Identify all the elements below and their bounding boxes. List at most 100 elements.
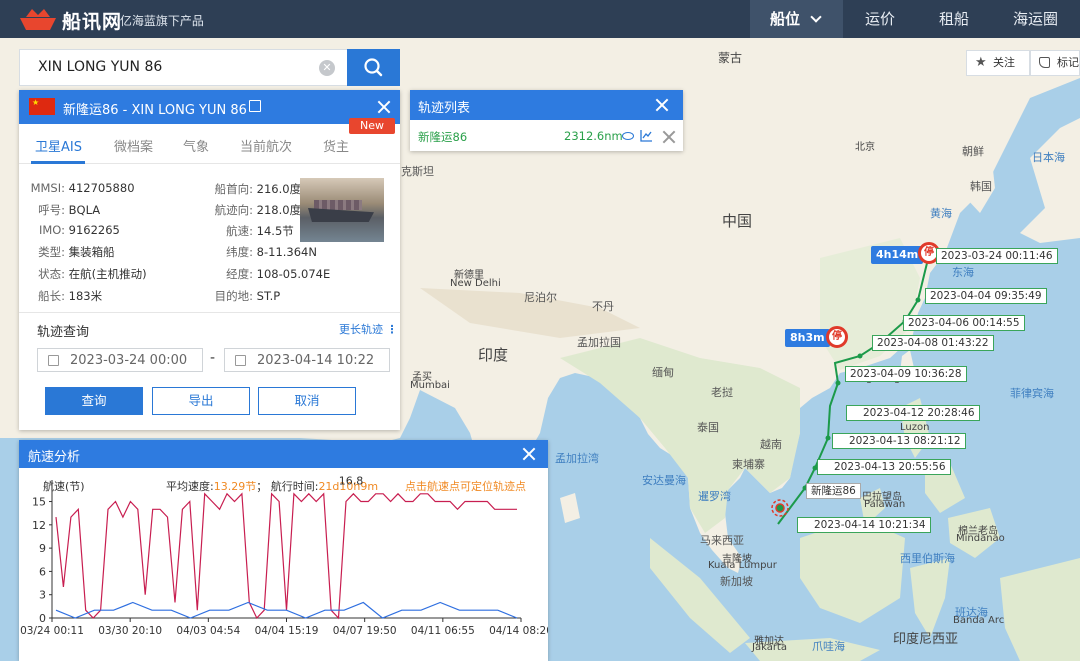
track-point-label[interactable]: 2023-04-14 10:21:34	[797, 517, 931, 533]
map-label: 马来西亚	[700, 534, 744, 547]
export-button[interactable]: 导出	[152, 387, 250, 415]
mark-button[interactable]: 标记	[1030, 50, 1080, 76]
close-icon[interactable]	[377, 100, 391, 114]
map-label: 柬埔寨	[732, 458, 765, 471]
nav-ship-position[interactable]: 船位	[749, 0, 843, 38]
map-label: 孟加拉国	[577, 336, 621, 349]
y-tick-label: 15	[32, 496, 46, 509]
map-label: 朝鲜	[962, 145, 984, 158]
nav-freight[interactable]: 运价	[843, 0, 917, 38]
info-latitude: 纬度: 8-11.364N	[226, 245, 317, 259]
tag-icon	[1039, 57, 1050, 68]
y-tick-label: 3	[39, 589, 46, 602]
brand-subtitle: ·亿海蓝旗下产品	[116, 14, 204, 28]
map-label: 印度	[478, 346, 509, 364]
stop-duration-badge[interactable]: 4h14m	[871, 246, 924, 264]
tab-underline	[31, 161, 85, 164]
ship-panel-header: ★ 新隆运86 - XIN LONG YUN 86	[19, 90, 400, 124]
tab-weather[interactable]: 气象	[183, 136, 209, 155]
map-label: 暹罗湾	[698, 490, 731, 503]
clear-icon[interactable]: ✕	[319, 60, 335, 76]
map-label: 不丹	[592, 300, 614, 313]
info-mmsi: MMSI: 412705880	[30, 181, 135, 195]
tab-satellite-ais[interactable]: 卫星AIS	[35, 136, 82, 155]
map-label: 克斯坦	[401, 165, 434, 178]
chevron-down-icon	[810, 11, 822, 23]
speed-series-line	[55, 492, 517, 620]
date-separator: -	[210, 350, 216, 366]
track-point-label[interactable]: 2023-04-13 08:21:12	[832, 433, 966, 449]
x-tick-label: 03/24 00:11	[20, 625, 84, 637]
stop-pin-icon[interactable]: 停	[826, 326, 848, 348]
mark-label: 标记	[1057, 56, 1079, 69]
top-nav: 船位 运价 租船 海运圈	[749, 0, 1080, 38]
map-label: 孟加拉湾	[555, 452, 599, 465]
cancel-button[interactable]: 取消	[258, 387, 356, 415]
tab-cargo-owner[interactable]: 货主	[323, 136, 349, 155]
y-tick-label: 0	[39, 612, 46, 625]
map-label: 西里伯斯海	[900, 552, 955, 565]
track-point-label[interactable]: 2023-04-08 01:43:22	[872, 335, 994, 351]
track-point-label[interactable]: 2023-04-12 20:28:46	[846, 405, 980, 421]
track-point-label[interactable]: 2023-03-24 00:11:46	[936, 248, 1058, 264]
tab-micro-archive[interactable]: 微档案	[114, 136, 153, 155]
track-list-distance: 2312.6nm	[564, 129, 623, 143]
track-point-label[interactable]: 2023-04-09 10:36:28	[845, 366, 967, 382]
new-badge: New	[349, 118, 395, 134]
track-list-panel: 轨迹列表 新隆运86 2312.6nm	[410, 90, 683, 151]
ship-photo[interactable]	[300, 178, 384, 242]
start-date-input[interactable]: 2023-03-24 00:00	[37, 348, 203, 372]
search-button[interactable]	[347, 49, 400, 86]
remove-track-icon[interactable]	[662, 130, 676, 144]
eye-icon[interactable]	[622, 132, 634, 140]
tab-current-voyage[interactable]: 当前航次	[240, 136, 292, 155]
map-label: 爪哇海	[812, 640, 845, 653]
calendar-icon	[48, 355, 59, 366]
track-list-header: 轨迹列表	[410, 90, 683, 120]
info-heading: 船首向: 216.0度	[214, 182, 302, 196]
end-date-input[interactable]: 2023-04-14 10:22	[224, 348, 390, 372]
track-point-label[interactable]: 2023-04-04 09:35:49	[925, 288, 1047, 304]
ship-map-label[interactable]: 新隆运86	[806, 483, 861, 499]
search-input[interactable]	[38, 59, 318, 75]
chart-icon[interactable]	[640, 129, 653, 142]
ship-info-panel: ★ 新隆运86 - XIN LONG YUN 86 卫星AIS 微档案 气象 当…	[19, 90, 400, 430]
x-tick-label: 04/11 06:55	[411, 625, 475, 637]
nav-charter[interactable]: 租船	[917, 0, 991, 38]
close-icon[interactable]	[522, 447, 536, 461]
track-query-title: 轨迹查询	[37, 325, 90, 340]
map-label: 日本海	[1032, 151, 1065, 164]
nav-shipping-circle[interactable]: 海运圈	[991, 0, 1080, 38]
brand-name[interactable]: 船讯网	[62, 7, 122, 34]
follow-button[interactable]: ★ 关注	[966, 50, 1030, 76]
info-destination: 目的地: ST.P	[214, 289, 281, 303]
map-label: Banda Arc	[953, 615, 1005, 626]
map-label: 尼泊尔	[524, 291, 557, 304]
speed-analysis-panel: 航速分析 航速(节) 平均速度:13.29节； 航行时间:21d10h9m 点击…	[19, 440, 548, 661]
info-type: 类型: 集装箱船	[38, 245, 115, 259]
query-button[interactable]: 查询	[45, 387, 143, 415]
track-list-row-name[interactable]: 新隆运86	[418, 129, 467, 145]
map-label: 韩国	[970, 180, 992, 193]
x-tick-label: 04/04 15:19	[255, 625, 319, 637]
map-label: 越南	[760, 438, 782, 451]
calendar-icon	[235, 355, 246, 366]
y-tick-label: 9	[39, 542, 46, 555]
map-label: 黄海	[930, 207, 952, 220]
edit-icon[interactable]	[249, 100, 261, 112]
more-tracks-link[interactable]: 更长轨迹 ⋮	[339, 321, 398, 337]
track-point-label[interactable]: 2023-04-06 00:14:55	[903, 315, 1025, 331]
ship-title: 新隆运86 - XIN LONG YUN 86	[63, 103, 247, 118]
stop-duration-badge[interactable]: 8h3m	[785, 329, 830, 347]
close-icon[interactable]	[655, 98, 669, 112]
track-point-label[interactable]: 2023-04-13 20:55:56	[817, 459, 951, 475]
speed-chart[interactable]: 0 3 6 9 12 15 03/24 00:11 03/30 20:10 04/03 04:5…	[19, 468, 548, 661]
map-label: 老挝	[711, 386, 733, 399]
speed-panel-header: 航速分析	[19, 440, 548, 468]
map-label: Jakarta	[752, 642, 787, 653]
info-callsign: 呼号: BQLA	[38, 203, 101, 217]
map-label: Mumbai	[410, 380, 450, 391]
map-label: 蒙古	[718, 51, 743, 65]
end-date-value: 2023-04-14 10:22	[257, 353, 375, 368]
map-label: New Delhi	[450, 278, 501, 289]
